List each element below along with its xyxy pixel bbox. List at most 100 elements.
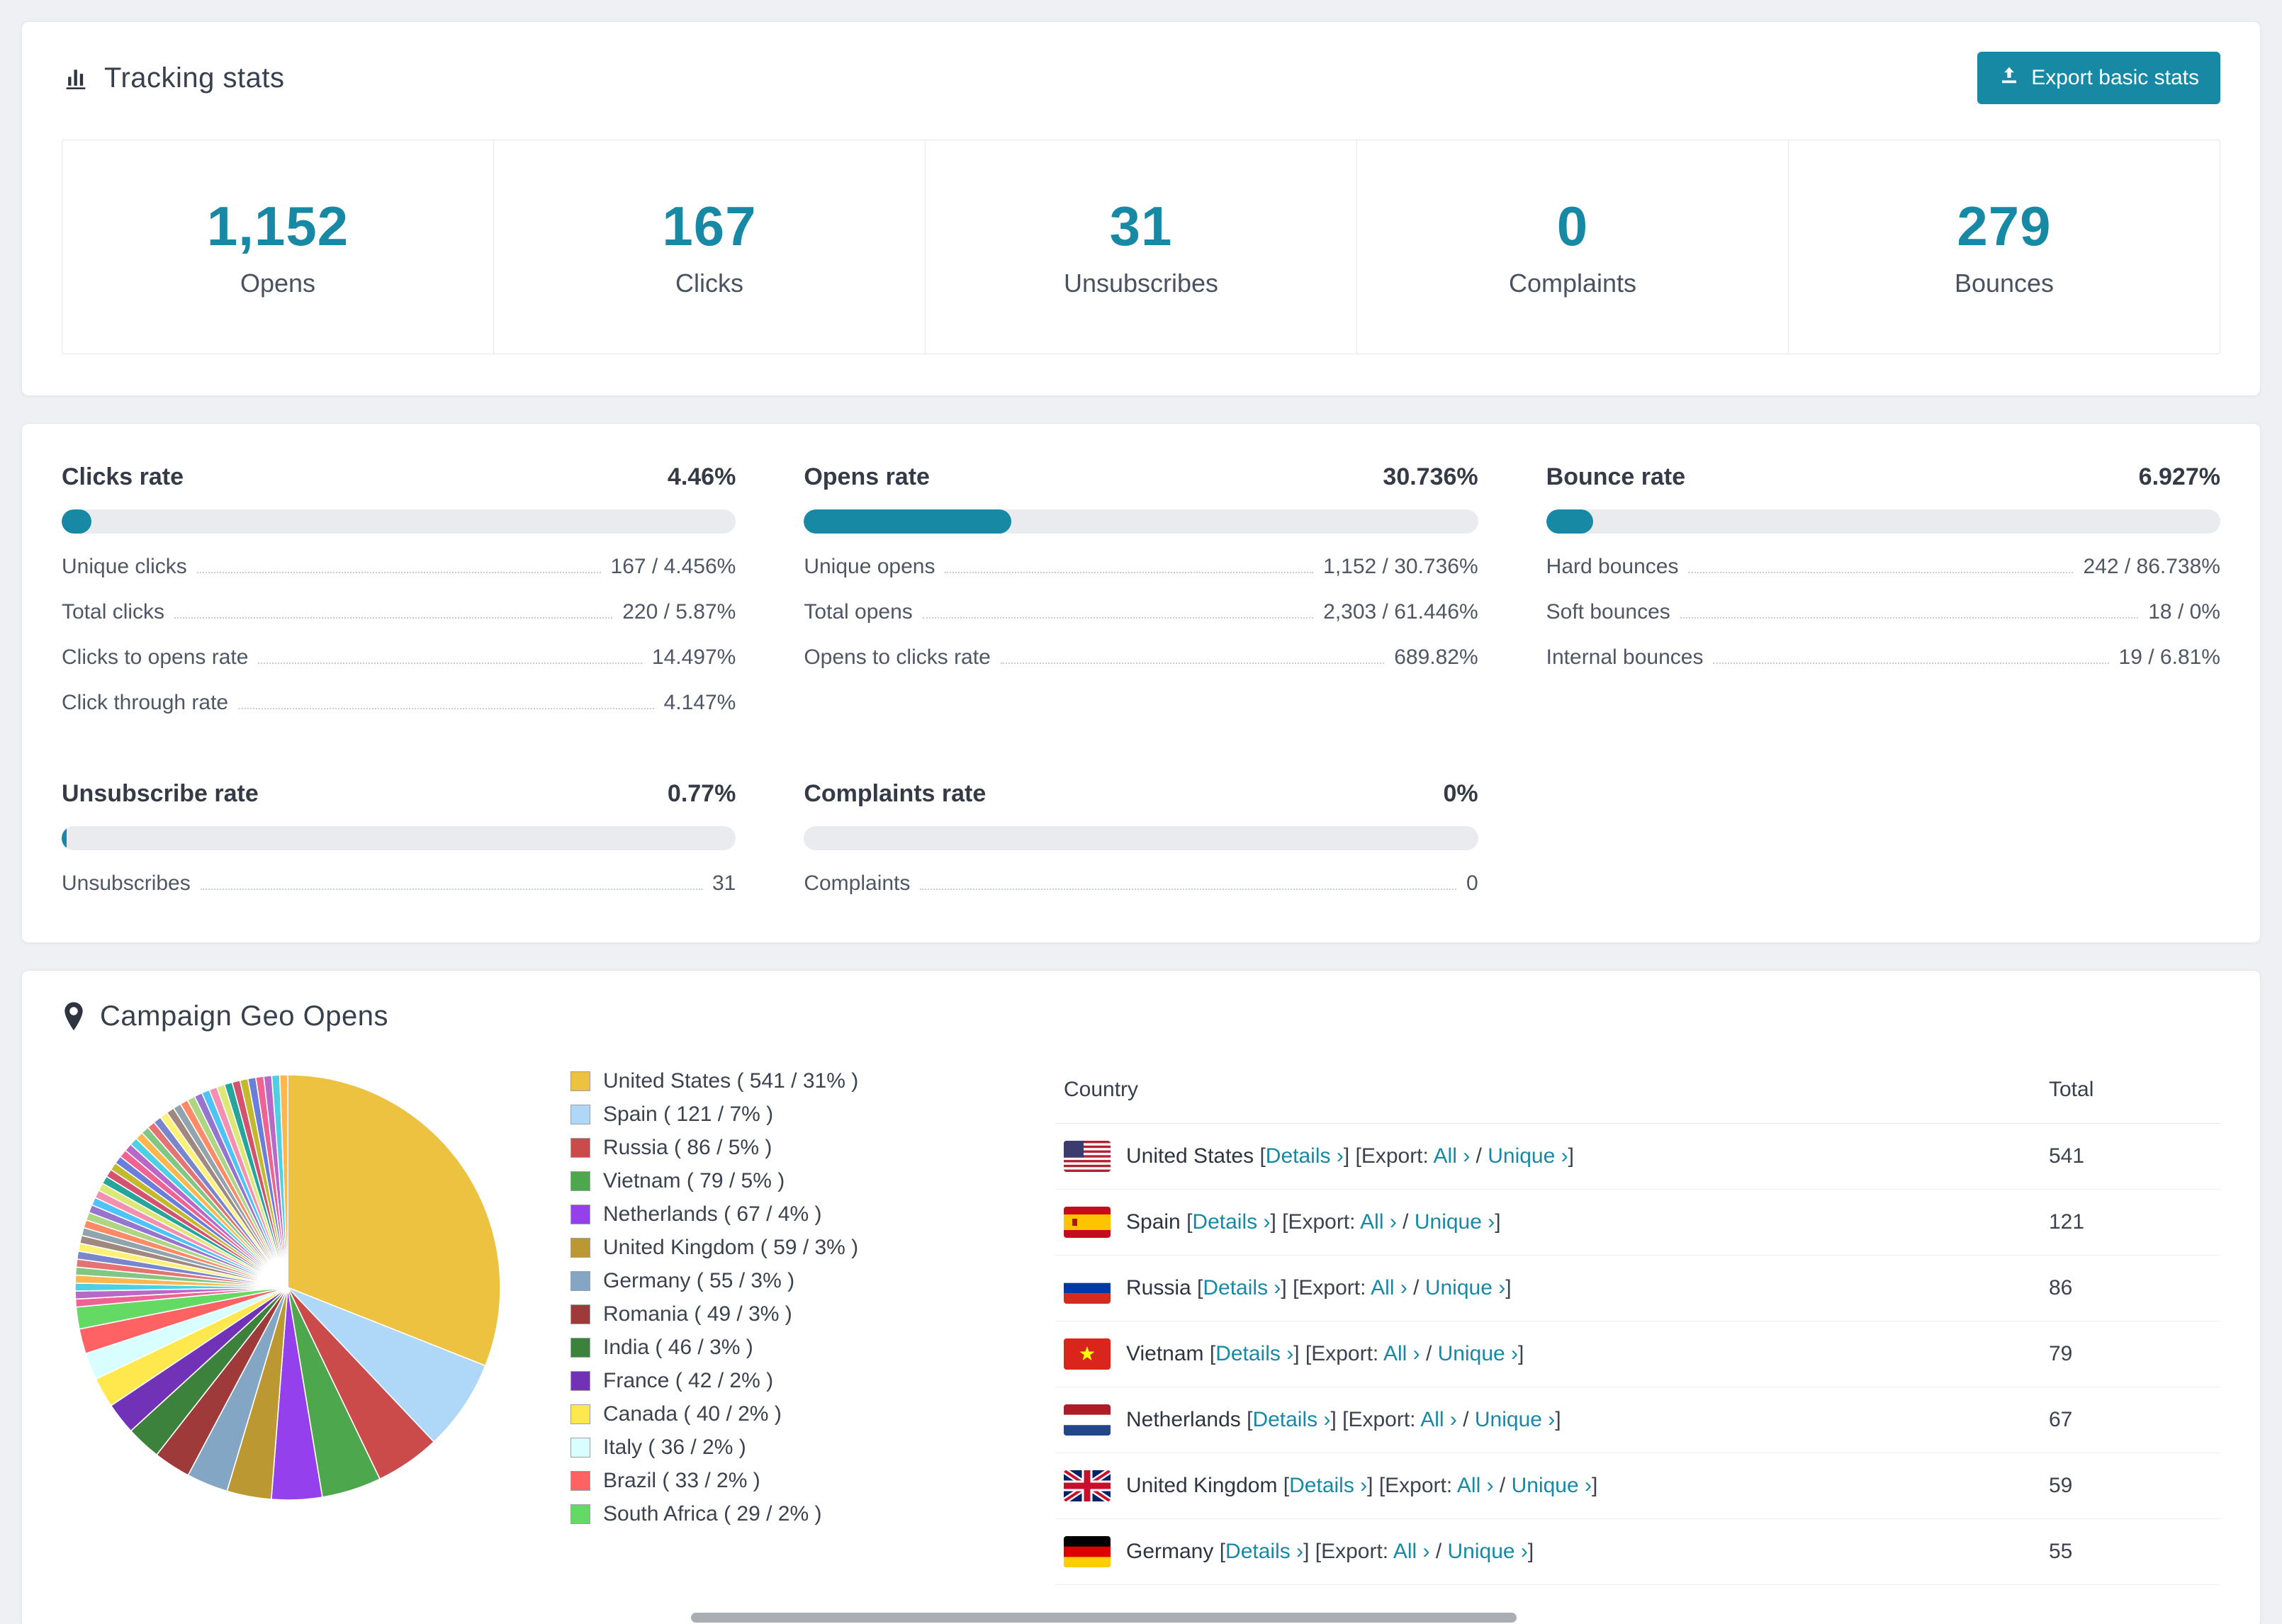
stat-row-value: 14.497% [651, 645, 736, 669]
legend-swatch [570, 1105, 590, 1124]
export-all-link[interactable]: All › [1457, 1474, 1494, 1497]
rate-block-clicks-rate: Clicks rate 4.46% Unique clicks 167 / 4.456… [62, 463, 736, 715]
export-all-link[interactable]: All › [1360, 1210, 1397, 1234]
dotted-leader [1680, 617, 2139, 619]
progress-fill [804, 509, 1011, 534]
country-cell: Vietnam [Details ›] [Export: All › / Uni… [1055, 1321, 2040, 1387]
dotted-leader [945, 572, 1314, 573]
details-link[interactable]: Details › [1252, 1408, 1330, 1431]
legend-label: Canada ( 40 / 2% ) [603, 1402, 782, 1426]
dotted-leader [238, 708, 654, 709]
export-all-link[interactable]: All › [1434, 1144, 1471, 1168]
us-flag-icon [1064, 1141, 1111, 1172]
stat-box-unsubscribes: 31 Unsubscribes [925, 140, 1356, 354]
stat-row-label: Total opens [804, 600, 913, 624]
legend-swatch [570, 1438, 590, 1457]
details-link[interactable]: Details › [1192, 1210, 1270, 1234]
rate-title: Bounce rate [1546, 463, 1686, 490]
legend-label: Spain ( 121 / 7% ) [603, 1103, 774, 1126]
geo-table-header-row: Country Total [1055, 1059, 2220, 1124]
legend-label: Germany ( 55 / 3% ) [603, 1269, 795, 1292]
export-unique-link[interactable]: Unique › [1425, 1276, 1505, 1299]
legend-swatch [570, 1071, 590, 1091]
export-unique-link[interactable]: Unique › [1448, 1540, 1528, 1563]
legend-item-russia: Russia ( 86 / 5% ) [570, 1136, 1010, 1160]
progress-bar [62, 826, 736, 850]
stat-box-opens: 1,152 Opens [62, 140, 493, 354]
stat-row-label: Click through rate [62, 691, 229, 714]
country-cell: Netherlands [Details ›] [Export: All › /… [1055, 1387, 2040, 1453]
legend-item-united-kingdom: United Kingdom ( 59 / 3% ) [570, 1236, 1010, 1260]
details-link[interactable]: Details › [1289, 1474, 1367, 1497]
country-links: Germany [Details ›] [Export: All › / Uni… [1126, 1540, 1534, 1563]
table-row-vietnam: Vietnam [Details ›] [Export: All › / Uni… [1055, 1321, 2220, 1387]
stat-row-total-opens: Total opens 2,303 / 61.446% [804, 600, 1478, 624]
total-cell: 86 [2040, 1255, 2220, 1321]
total-cell: 67 [2040, 1387, 2220, 1453]
total-cell: 59 [2040, 1453, 2220, 1519]
country-cell: United States [Details ›] [Export: All ›… [1055, 1123, 2040, 1190]
legend-item-canada: Canada ( 40 / 2% ) [570, 1402, 1010, 1426]
legend-item-romania: Romania ( 49 / 3% ) [570, 1302, 1010, 1326]
table-row-united-states: United States [Details ›] [Export: All ›… [1055, 1123, 2220, 1190]
rate-title: Complaints rate [804, 780, 987, 807]
legend-item-india: India ( 46 / 3% ) [570, 1336, 1010, 1360]
export-unique-link[interactable]: Unique › [1438, 1342, 1518, 1365]
stat-row-total-clicks: Total clicks 220 / 5.87% [62, 600, 736, 624]
legend-swatch [570, 1271, 590, 1291]
tracking-stats-card: Tracking stats Export basic stats 1,152 O… [21, 21, 2261, 396]
rate-percent: 0.77% [667, 780, 736, 807]
export-unique-link[interactable]: Unique › [1415, 1210, 1495, 1234]
stats-summary: 1,152 Opens 167 Clicks 31 Unsubscribes 0 Compla… [62, 140, 2220, 354]
stat-value: 1,152 [206, 195, 349, 257]
export-all-link[interactable]: All › [1383, 1342, 1420, 1365]
horizontal-scrollbar-thumb[interactable] [691, 1613, 1517, 1623]
dotted-leader [196, 572, 601, 573]
country-links: United Kingdom [Details ›] [Export: All … [1126, 1474, 1598, 1497]
total-cell: 79 [2040, 1321, 2220, 1387]
stat-row-label: Unique opens [804, 555, 935, 578]
geo-table-body: United States [Details ›] [Export: All ›… [1055, 1123, 2220, 1585]
stat-row-value: 242 / 86.738% [2083, 555, 2220, 578]
rate-percent: 0% [1443, 780, 1478, 807]
legend-item-italy: Italy ( 36 / 2% ) [570, 1436, 1010, 1460]
stat-row-label: Soft bounces [1546, 600, 1670, 624]
geo-opens-header: Campaign Geo Opens [22, 971, 2260, 1042]
legend-item-vietnam: Vietnam ( 79 / 5% ) [570, 1169, 1010, 1193]
de-flag-icon [1064, 1536, 1111, 1567]
progress-fill [62, 826, 67, 850]
stat-row-label: Total clicks [62, 600, 165, 624]
legend-swatch [570, 1138, 590, 1158]
export-all-link[interactable]: All › [1371, 1276, 1407, 1299]
legend-label: France ( 42 / 2% ) [603, 1369, 774, 1392]
export-basic-stats-button[interactable]: Export basic stats [1977, 52, 2220, 104]
dotted-leader [1688, 572, 2074, 573]
stat-row-opens-to-clicks-rate: Opens to clicks rate 689.82% [804, 645, 1478, 670]
legend-item-netherlands: Netherlands ( 67 / 4% ) [570, 1202, 1010, 1227]
gb-flag-icon [1064, 1470, 1111, 1501]
export-all-link[interactable]: All › [1393, 1540, 1430, 1563]
table-row-germany: Germany [Details ›] [Export: All › / Uni… [1055, 1518, 2220, 1585]
details-link[interactable]: Details › [1215, 1342, 1293, 1365]
progress-bar [804, 509, 1478, 534]
details-link[interactable]: Details › [1203, 1276, 1281, 1299]
stat-row-hard-bounces: Hard bounces 242 / 86.738% [1546, 555, 2220, 579]
export-unique-link[interactable]: Unique › [1488, 1144, 1568, 1168]
stat-row-label: Clicks to opens rate [62, 645, 249, 669]
total-cell: 541 [2040, 1123, 2220, 1190]
stat-value: 279 [1957, 195, 2052, 257]
legend-label: Netherlands ( 67 / 4% ) [603, 1202, 822, 1226]
export-unique-link[interactable]: Unique › [1475, 1408, 1555, 1431]
details-link[interactable]: Details › [1225, 1540, 1303, 1563]
details-link[interactable]: Details › [1266, 1144, 1344, 1168]
stat-row-value: 0 [1466, 872, 1478, 895]
export-unique-link[interactable]: Unique › [1512, 1474, 1592, 1497]
table-row-united-kingdom: United Kingdom [Details ›] [Export: All … [1055, 1453, 2220, 1519]
rate-block-opens-rate: Opens rate 30.736% Unique opens 1,152 / 30.… [804, 463, 1478, 715]
geo-table: Country Total United States [Details ›] … [1055, 1059, 2220, 1585]
geo-content: United States ( 541 / 31% ) Spain ( 121 /… [22, 1042, 2260, 1624]
stat-box-bounces: 279 Bounces [1788, 140, 2220, 354]
export-all-link[interactable]: All › [1420, 1408, 1457, 1431]
progress-fill [1546, 509, 1593, 534]
country-name: United States [1126, 1144, 1254, 1168]
